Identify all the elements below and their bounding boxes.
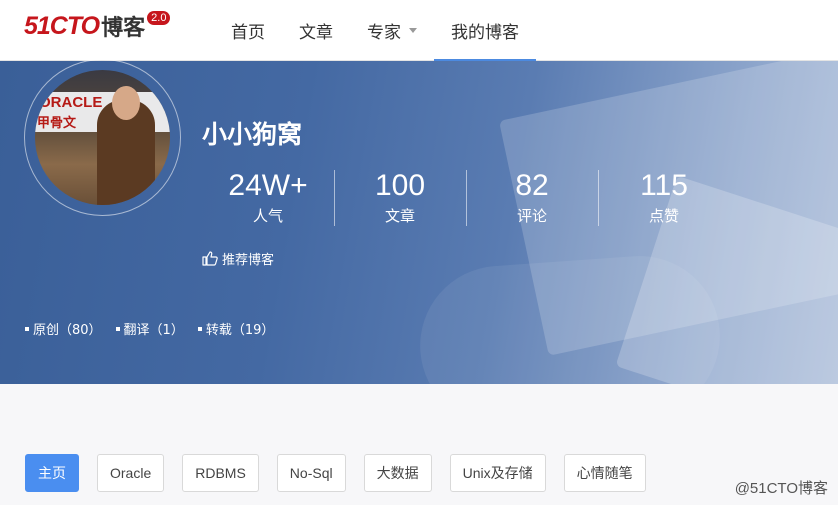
nav-item-label: 首页 bbox=[231, 23, 265, 43]
blog-name: 小小狗窝 bbox=[202, 120, 303, 149]
tab-oracle[interactable]: Oracle bbox=[97, 454, 165, 492]
recommend-blog-button[interactable]: 推荐博客 bbox=[202, 249, 274, 268]
nav-item-label: 文章 bbox=[299, 23, 333, 43]
post-type-label: 原创（80） bbox=[33, 323, 102, 338]
stat-likes: 115 点赞 bbox=[598, 170, 730, 226]
nav-item-experts[interactable]: 专家 bbox=[350, 0, 434, 61]
stat-value: 100 bbox=[374, 169, 426, 202]
avatar-sign-text: ORACLE bbox=[39, 94, 103, 111]
stat-value: 24W+ bbox=[228, 169, 308, 202]
logo-cn-text: 博客 bbox=[101, 16, 146, 41]
stat-value: 82 bbox=[515, 169, 549, 202]
stat-label: 人气 bbox=[252, 207, 283, 225]
post-type-original[interactable]: 原创（80） bbox=[25, 319, 102, 338]
tab-unix-storage[interactable]: Unix及存储 bbox=[449, 454, 546, 492]
bullet-icon bbox=[115, 326, 120, 331]
stat-popularity: 24W+ 人气 bbox=[202, 170, 334, 226]
main-nav: 首页 文章 专家 我的博客 bbox=[214, 0, 536, 62]
nav-item-my-blog[interactable]: 我的博客 bbox=[434, 0, 536, 62]
nav-item-home[interactable]: 首页 bbox=[214, 0, 282, 61]
avatar-sign-text: 甲骨文 bbox=[37, 116, 77, 131]
stat-comments: 82 评论 bbox=[466, 170, 598, 226]
post-type-label: 翻译（1） bbox=[123, 323, 184, 338]
watermark: @51CTO博客 bbox=[734, 480, 828, 497]
avatar-person-head bbox=[112, 86, 140, 120]
recommend-label: 推荐博客 bbox=[222, 253, 275, 268]
bullet-icon bbox=[197, 326, 202, 331]
tab-mood-essays[interactable]: 心情随笔 bbox=[563, 454, 646, 492]
banner-decoration bbox=[414, 250, 726, 384]
stat-label: 点赞 bbox=[648, 207, 679, 225]
stat-value: 115 bbox=[640, 169, 688, 202]
tab-nosql[interactable]: No-Sql bbox=[276, 454, 346, 492]
avatar[interactable]: ORACLE 甲骨文 bbox=[35, 70, 170, 205]
post-type-filters: 原创（80） 翻译（1） 转载（19） bbox=[25, 319, 288, 338]
bullet-icon bbox=[25, 326, 29, 331]
post-type-translated[interactable]: 翻译（1） bbox=[115, 319, 184, 338]
stat-articles: 100 文章 bbox=[334, 170, 466, 226]
tab-big-data[interactable]: 大数据 bbox=[363, 454, 432, 492]
tab-rdbms[interactable]: RDBMS bbox=[182, 454, 259, 492]
top-navbar: 51CTO 博客 2.0 首页 文章 专家 我的博客 bbox=[0, 0, 838, 62]
nav-item-articles[interactable]: 文章 bbox=[282, 0, 350, 61]
logo-version-badge: 2.0 bbox=[147, 11, 171, 25]
stat-label: 文章 bbox=[384, 207, 415, 225]
stat-label: 评论 bbox=[516, 207, 547, 225]
thumbs-up-icon bbox=[202, 251, 218, 266]
chevron-down-icon bbox=[409, 28, 417, 33]
logo-text: 51CTO bbox=[24, 11, 100, 40]
tab-home[interactable]: 主页 bbox=[25, 454, 79, 492]
post-type-reposted[interactable]: 转载（19） bbox=[197, 319, 275, 338]
nav-item-label: 专家 bbox=[367, 23, 401, 43]
profile-stats: 24W+ 人气 100 文章 82 评论 115 点赞 bbox=[202, 170, 730, 226]
site-logo[interactable]: 51CTO 博客 2.0 bbox=[24, 11, 171, 41]
category-tabs: 主页 Oracle RDBMS No-Sql 大数据 Unix及存储 心情随笔 bbox=[25, 454, 664, 492]
post-type-label: 转载（19） bbox=[205, 323, 275, 338]
nav-item-label: 我的博客 bbox=[451, 23, 519, 43]
